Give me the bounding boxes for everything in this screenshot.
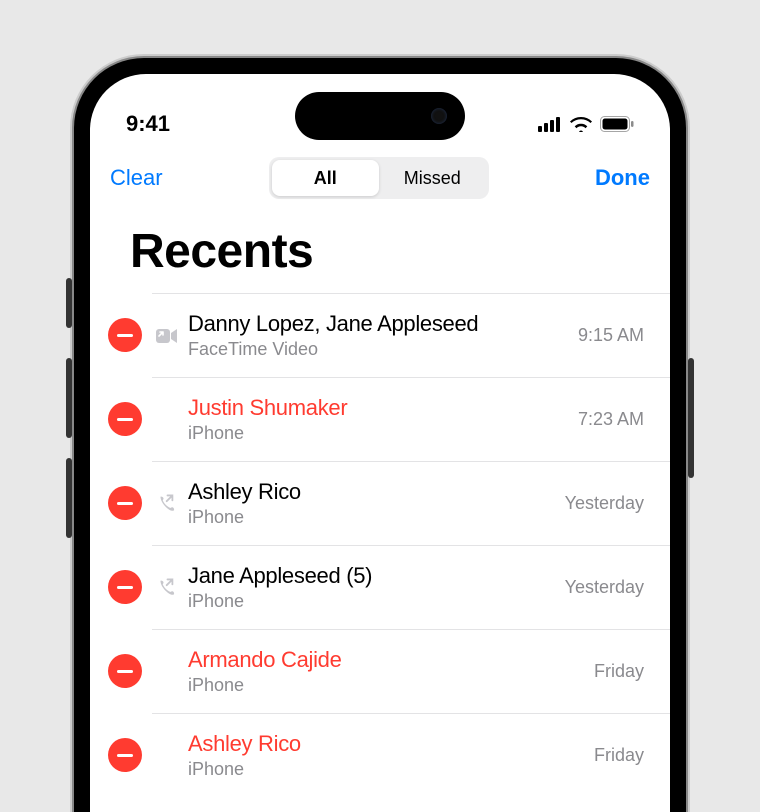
call-row-inner: Ashley Rico iPhone Yesterday — [152, 461, 670, 545]
call-name: Ashley Rico — [188, 479, 553, 505]
call-subtitle: iPhone — [188, 591, 553, 612]
call-row[interactable]: Jane Appleseed (5) iPhone Yesterday — [90, 545, 670, 629]
nav-bar: Clear All Missed Done — [90, 150, 670, 206]
call-name: Ashley Rico — [188, 731, 582, 757]
call-text: Jane Appleseed (5) iPhone — [182, 563, 553, 612]
call-row-inner: Jane Appleseed (5) iPhone Yesterday — [152, 545, 670, 629]
call-time: Yesterday — [553, 493, 644, 514]
call-time: 9:15 AM — [566, 325, 644, 346]
call-subtitle: iPhone — [188, 759, 582, 780]
call-time: Friday — [582, 745, 644, 766]
minus-icon — [117, 670, 133, 673]
call-subtitle: FaceTime Video — [188, 339, 566, 360]
page-title: Recents — [90, 206, 670, 293]
call-name: Justin Shumaker — [188, 395, 566, 421]
battery-icon — [600, 116, 634, 132]
delete-button[interactable] — [108, 570, 142, 604]
minus-icon — [117, 334, 133, 337]
call-name: Jane Appleseed (5) — [188, 563, 553, 589]
call-text: Danny Lopez, Jane Appleseed FaceTime Vid… — [182, 311, 566, 360]
call-row[interactable]: Danny Lopez, Jane Appleseed FaceTime Vid… — [90, 293, 670, 377]
call-row[interactable]: Justin Shumaker iPhone 7:23 AM — [90, 377, 670, 461]
call-row-inner: Armando Cajide iPhone Friday — [152, 629, 670, 713]
cellular-icon — [538, 116, 562, 132]
delete-button[interactable] — [108, 738, 142, 772]
segment-all[interactable]: All — [272, 160, 379, 196]
minus-icon — [117, 586, 133, 589]
call-text: Ashley Rico iPhone — [182, 479, 553, 528]
volume-down-button — [66, 458, 72, 538]
clear-button[interactable]: Clear — [110, 165, 163, 191]
call-text: Ashley Rico iPhone — [182, 731, 582, 780]
dynamic-island — [295, 92, 465, 140]
phone-frame: 9:41 Clear All Missed Done Recents Danny… — [74, 58, 686, 812]
camera-icon — [431, 108, 447, 124]
delete-button[interactable] — [108, 654, 142, 688]
minus-icon — [117, 502, 133, 505]
delete-button[interactable] — [108, 318, 142, 352]
call-row[interactable]: Ashley Rico iPhone Yesterday — [90, 461, 670, 545]
power-button — [688, 358, 694, 478]
call-row[interactable]: Ashley Rico iPhone Friday — [90, 713, 670, 797]
recents-list: Danny Lopez, Jane Appleseed FaceTime Vid… — [90, 293, 670, 797]
outgoing-call-icon — [152, 577, 182, 599]
call-row[interactable]: Armando Cajide iPhone Friday — [90, 629, 670, 713]
call-row-inner: Ashley Rico iPhone Friday — [152, 713, 670, 797]
call-time: Friday — [582, 661, 644, 682]
call-subtitle: iPhone — [188, 675, 582, 696]
minus-icon — [117, 754, 133, 757]
screen: 9:41 Clear All Missed Done Recents Danny… — [90, 74, 670, 812]
volume-up-button — [66, 358, 72, 438]
delete-button[interactable] — [108, 402, 142, 436]
segmented-control[interactable]: All Missed — [269, 157, 489, 199]
status-right — [538, 116, 634, 132]
call-row-inner: Danny Lopez, Jane Appleseed FaceTime Vid… — [152, 293, 670, 377]
call-name: Danny Lopez, Jane Appleseed — [188, 311, 566, 337]
call-time: 7:23 AM — [566, 409, 644, 430]
outgoing-call-icon — [152, 493, 182, 515]
call-row-inner: Justin Shumaker iPhone 7:23 AM — [152, 377, 670, 461]
call-text: Justin Shumaker iPhone — [182, 395, 566, 444]
minus-icon — [117, 418, 133, 421]
call-subtitle: iPhone — [188, 423, 566, 444]
segment-missed[interactable]: Missed — [379, 160, 486, 196]
call-text: Armando Cajide iPhone — [182, 647, 582, 696]
done-button[interactable]: Done — [595, 165, 650, 191]
status-time: 9:41 — [126, 111, 170, 137]
wifi-icon — [570, 116, 592, 132]
mute-switch — [66, 278, 72, 328]
call-subtitle: iPhone — [188, 507, 553, 528]
call-name: Armando Cajide — [188, 647, 582, 673]
call-time: Yesterday — [553, 577, 644, 598]
delete-button[interactable] — [108, 486, 142, 520]
facetime-video-icon — [152, 328, 182, 344]
